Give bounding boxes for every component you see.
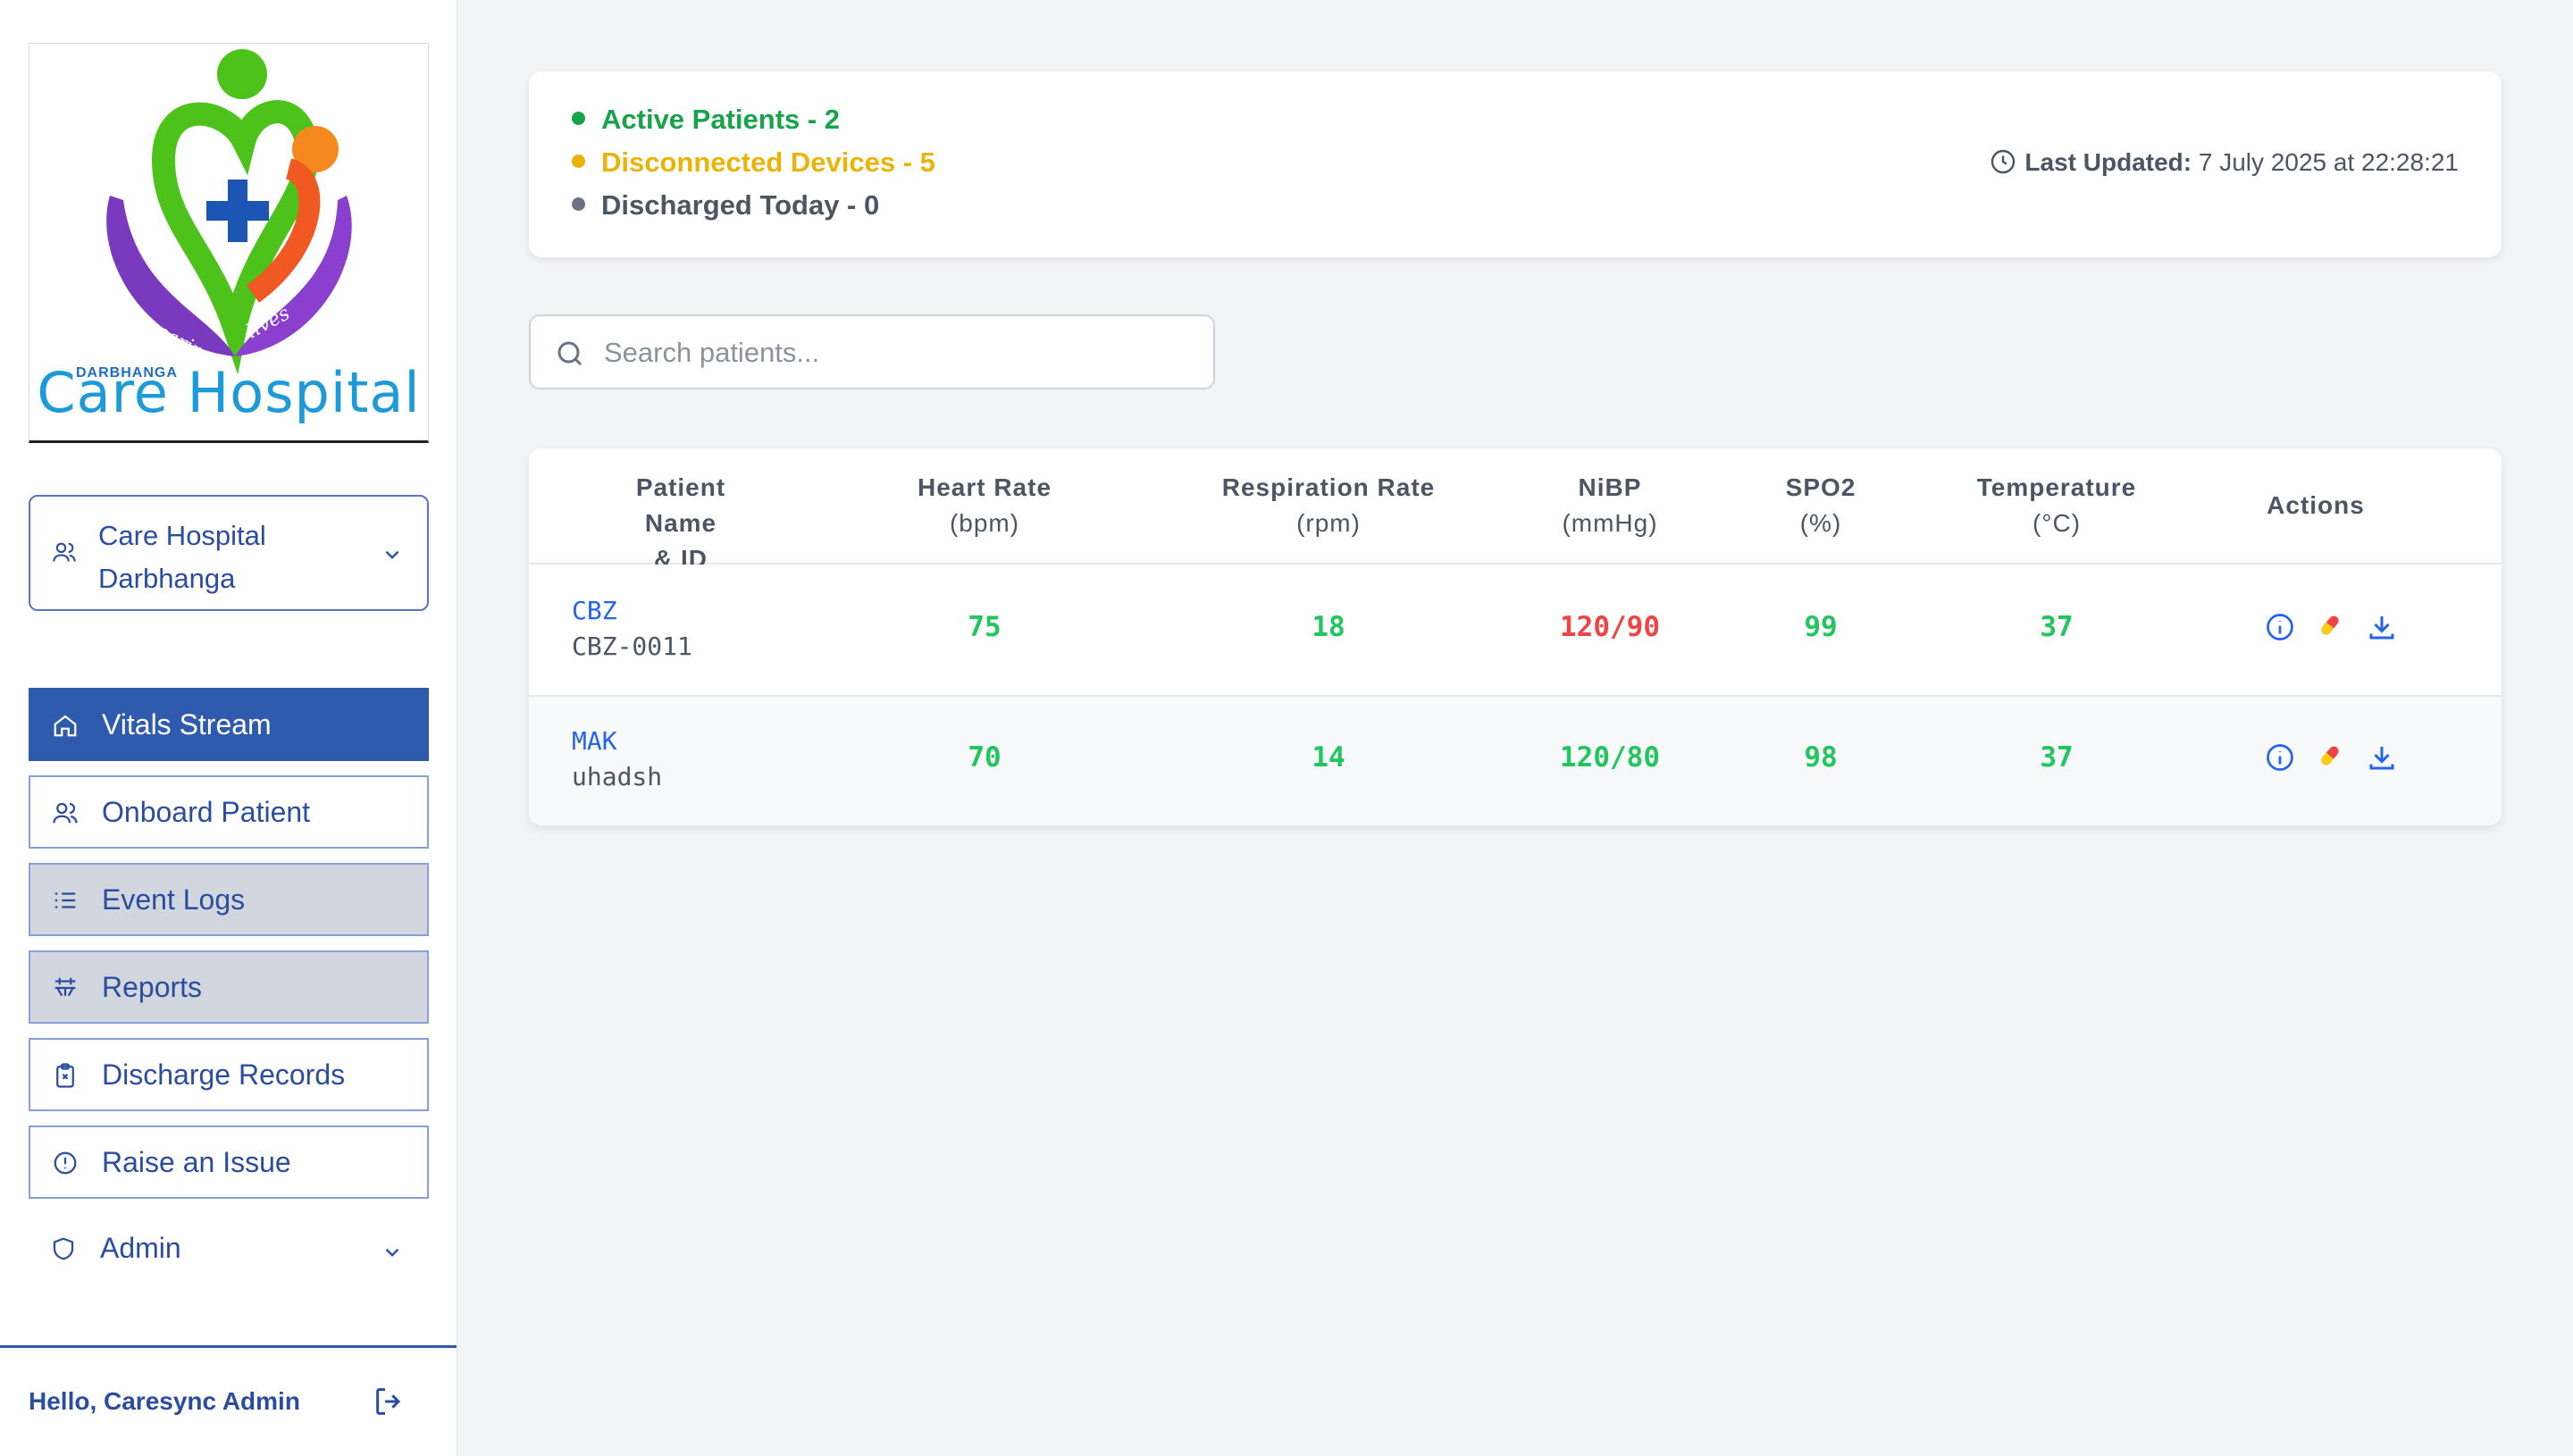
header-temperature: Temperature (°C) [1976,473,2137,537]
nav-discharge-records[interactable]: Discharge Records [29,1038,429,1111]
hospital-selector[interactable]: Care Hospital Darbhanga [29,495,429,611]
clipboard-x-icon [52,1062,79,1089]
last-updated: Last Updated: 7 July 2025 at 22:28:21 [1989,148,2459,179]
search-icon [557,341,582,366]
patient-cell: CBZ CBZ-0011 [572,593,692,665]
disconnected-devices-text: Disconnected Devices - 5 [601,146,935,178]
status-dot [572,155,585,169]
info-icon[interactable] [2264,611,2296,648]
spo2-value: 99 [1804,611,1838,643]
patients-table: Patient Name & ID Heart Rate (bpm) Respira… [529,448,2502,825]
table-row: CBZ CBZ-0011 75 18 120/90 99 37 [529,565,2502,697]
heart-rate-value: 75 [968,611,1002,643]
user-greeting: Hello, Caresync Admin [29,1387,300,1415]
medication-icon[interactable] [2316,741,2344,774]
header-respiration-rate: Respiration Rate (rpm) [1221,473,1436,537]
nav-onboard-patient[interactable]: Onboard Patient [29,775,429,849]
header-spo2: SPO2 (%) [1785,473,1856,537]
header-patient: Patient Name & ID [635,473,726,573]
disconnected-devices-status: Disconnected Devices - 5 [572,146,935,179]
clock-icon [1991,149,2016,173]
alert-circle-icon [52,1150,79,1176]
active-patients-text: Active Patients - 2 [601,104,841,135]
reports-icon [52,975,79,1001]
hospital-name-line1: Care Hospital [98,520,266,551]
header-nibp: NiBP (mmHg) [1562,473,1658,537]
nibp-value: 120/80 [1560,741,1660,774]
nav-reports[interactable]: Reports [29,950,429,1024]
search-box [529,314,1215,389]
last-updated-value: 7 July 2025 at 22:28:21 [2192,148,2459,176]
nav-admin[interactable]: Admin [29,1213,429,1286]
header-actions: Actions [2267,491,2365,519]
spo2-value: 98 [1804,741,1838,774]
patient-id: uhadsh [572,762,663,791]
nav-label: Admin [100,1232,181,1264]
nav-vitals-stream[interactable]: Vitals Stream [29,688,429,761]
users-icon [52,540,77,569]
discharged-today-status: Discharged Today - 0 [572,189,879,222]
logout-icon[interactable] [372,1384,407,1424]
hospital-selector-label: Care Hospital Darbhanga [98,515,266,600]
respiration-rate-value: 14 [1312,741,1345,774]
search-input[interactable] [602,329,1195,377]
shield-icon [50,1235,77,1262]
status-dot [572,112,585,126]
nav-label: Onboard Patient [102,796,311,828]
download-icon[interactable] [2366,741,2398,778]
patient-cell: MAK uhadsh [572,724,662,795]
hospital-logo: caring lives DARBHANGA Care Hospital [29,43,429,443]
last-updated-label: Last Updated: [2024,148,2192,176]
sidebar-footer: Hello, Caresync Admin [0,1345,457,1456]
nav-label: Raise an Issue [102,1146,291,1178]
nibp-value: 120/90 [1560,611,1660,643]
users-icon [52,799,79,826]
patient-name-link[interactable]: CBZ [572,593,692,629]
active-patients-status: Active Patients - 2 [572,104,840,136]
hospital-name-line2: Darbhanga [98,563,236,594]
nav-raise-issue[interactable]: Raise an Issue [29,1125,429,1199]
info-icon[interactable] [2264,741,2296,778]
status-dot [572,197,585,212]
header-heart-rate: Heart Rate (bpm) [917,473,1052,537]
nav-label: Discharge Records [102,1059,346,1091]
status-summary-card: Active Patients - 2 Disconnected Devices… [529,71,2502,257]
table-row: MAK uhadsh 70 14 120/80 98 37 [529,697,2502,825]
table-header: Patient Name & ID Heart Rate (bpm) Respira… [529,448,2502,573]
patient-name-link[interactable]: MAK [572,724,662,759]
nav-event-logs[interactable]: Event Logs [29,863,429,936]
medication-icon[interactable] [2316,611,2344,644]
discharged-today-text: Discharged Today - 0 [601,189,880,221]
patient-id: CBZ-0011 [572,632,692,661]
nav-label: Reports [102,971,203,1003]
nav-label: Vitals Stream [102,708,272,741]
temperature-value: 37 [2040,741,2074,774]
respiration-rate-value: 18 [1312,611,1345,643]
temperature-value: 37 [2040,611,2074,643]
nav-label: Event Logs [102,883,246,916]
chevron-down-icon [381,1238,404,1271]
chevron-down-icon [381,543,404,571]
download-icon[interactable] [2366,611,2398,648]
sidebar: caring lives DARBHANGA Care Hospital Car… [0,0,457,1456]
heart-rate-value: 70 [968,741,1002,774]
list-icon [52,887,79,914]
logo-brand-text: Care Hospital [37,360,421,425]
home-icon [52,712,79,739]
